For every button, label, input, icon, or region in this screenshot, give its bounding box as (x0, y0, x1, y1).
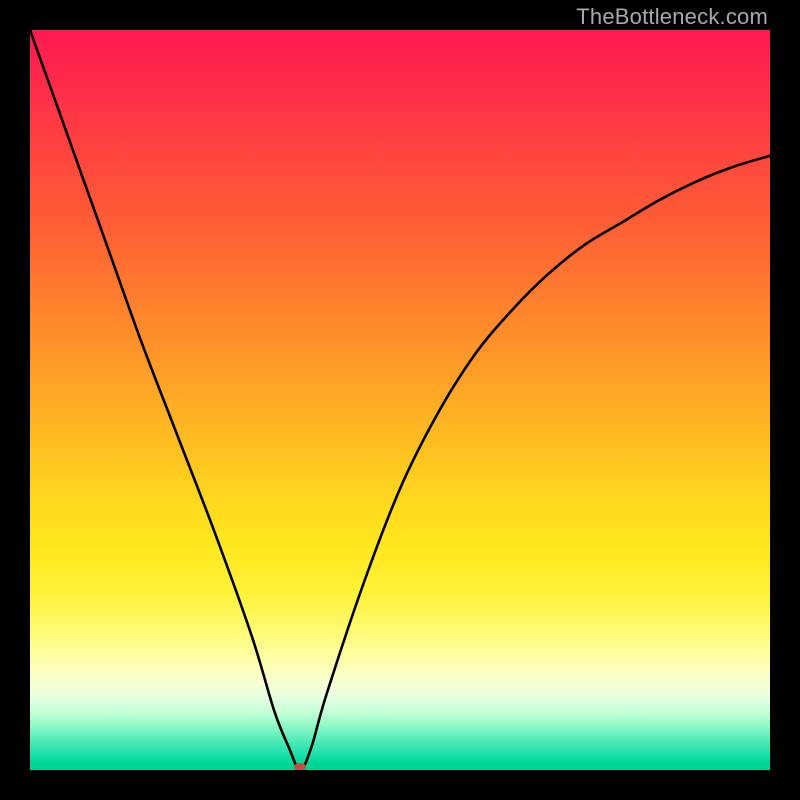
chart-svg (30, 30, 770, 770)
plot-area (30, 30, 770, 770)
chart-stage: TheBottleneck.com (0, 0, 800, 800)
bottleneck-curve (30, 30, 770, 770)
watermark-text: TheBottleneck.com (576, 4, 768, 30)
